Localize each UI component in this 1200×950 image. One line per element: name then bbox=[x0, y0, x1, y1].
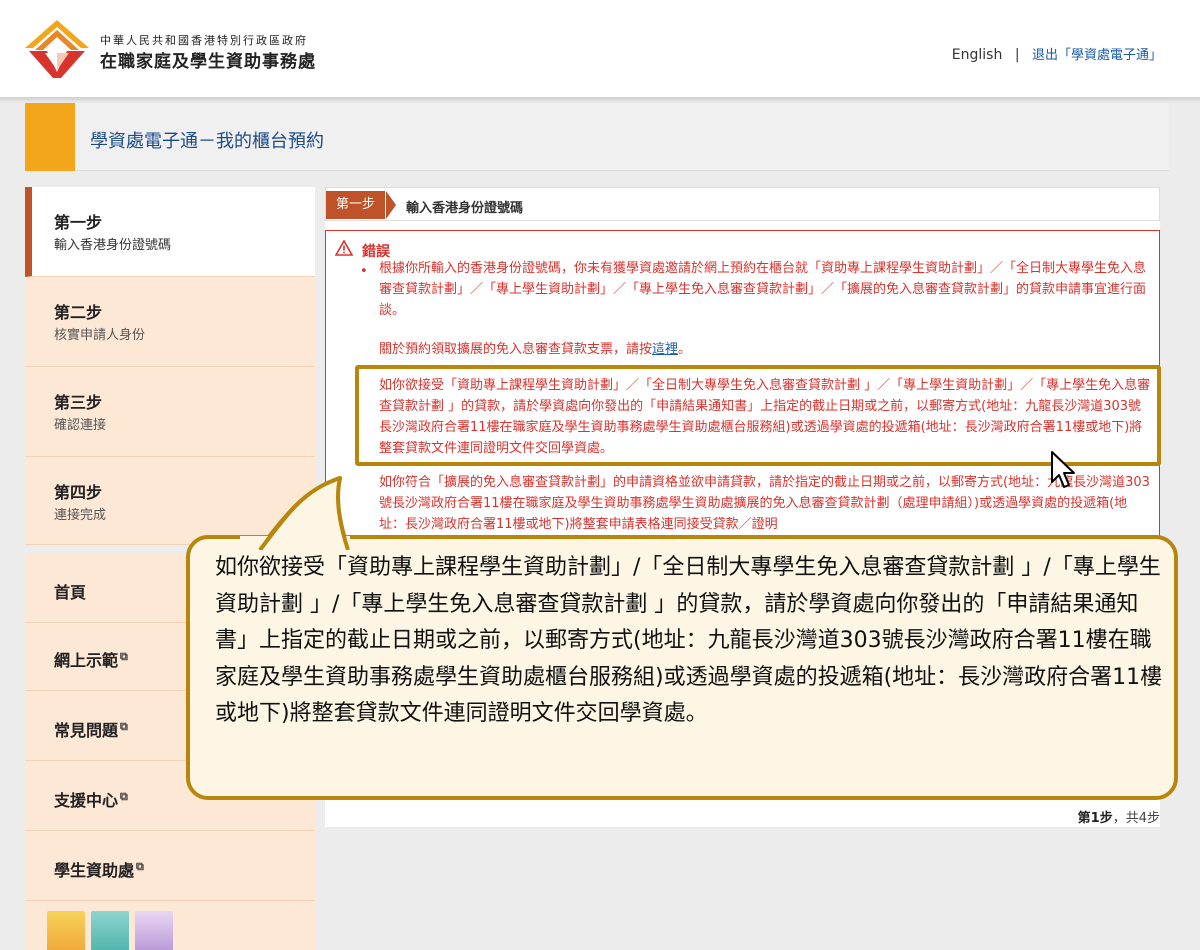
nav-item-label: 學生資助處 bbox=[54, 861, 135, 880]
step-description: 核實申請人身份 bbox=[54, 328, 146, 343]
step-number: 第四步 bbox=[54, 483, 103, 502]
step-counter-total: ，共4步 bbox=[1112, 811, 1160, 826]
here-link[interactable]: 這裡 bbox=[652, 342, 678, 357]
nav-item-label: 首頁 bbox=[54, 583, 87, 602]
step-number: 第二步 bbox=[54, 303, 103, 322]
error-paragraph: 根據你所輸入的香港身份證號碼，你未有獲學資處邀請於網上預約在櫃台就「資助專上課程… bbox=[379, 261, 1147, 318]
promo-thumbnail[interactable] bbox=[135, 911, 173, 950]
step-number: 第三步 bbox=[54, 393, 103, 412]
org-name-main: 在職家庭及學生資助事務處 bbox=[100, 52, 316, 72]
external-link-icon: ⧉ bbox=[120, 789, 128, 803]
nav-item-label: 網上示範 bbox=[54, 651, 119, 670]
promo-thumbnail[interactable] bbox=[91, 911, 129, 950]
title-accent bbox=[25, 103, 75, 171]
promo-thumbnail[interactable] bbox=[47, 911, 85, 950]
org-name-sub: 中華人民共和國香港特別行政區政府 bbox=[100, 34, 308, 47]
promo-thumbnails[interactable] bbox=[47, 911, 197, 950]
step-counter: 第1步，共4步 bbox=[1078, 807, 1160, 826]
step-number: 第一步 bbox=[54, 213, 103, 232]
warning-triangle-icon bbox=[335, 240, 353, 256]
sfao-logo[interactable] bbox=[25, 20, 89, 78]
step-description: 確認連接 bbox=[54, 418, 107, 433]
link-separator: | bbox=[1014, 47, 1020, 63]
nav-item-label: 支援中心 bbox=[54, 791, 119, 810]
error-paragraph: 關於預約領取擴展的免入息審查貸款支票，請按這裡。 bbox=[379, 339, 1154, 360]
external-link-icon: ⧉ bbox=[120, 719, 128, 733]
header-links: English | 退出「學資處電子通」 bbox=[952, 44, 1162, 63]
step-2: 第二步 核實申請人身份 bbox=[25, 277, 315, 367]
nav-item-sfo[interactable]: 學生資助處 ⧉ bbox=[25, 831, 315, 901]
step-description: 輸入香港身份證號碼 bbox=[54, 238, 172, 253]
step-3: 第三步 確認連接 bbox=[25, 367, 315, 457]
step-description: 連接完成 bbox=[54, 508, 107, 523]
error-paragraph: 如你符合「擴展的免入息審查貸款計劃」的申請資格並欲申請貸款，請於指定的截止日期或… bbox=[379, 475, 1150, 532]
mouse-pointer-icon bbox=[1051, 451, 1075, 488]
nav-item-label: 常見問題 bbox=[54, 721, 119, 740]
step-tag-arrow bbox=[386, 191, 396, 219]
error-text: 。 bbox=[678, 342, 692, 357]
logout-link[interactable]: 退出「學資處電子通」 bbox=[1032, 48, 1162, 63]
step-1: 第一步 輸入香港身份證號碼 bbox=[25, 187, 315, 277]
highlight-frame bbox=[355, 365, 1161, 466]
page-title: 學資處電子通－我的櫃台預約 bbox=[90, 131, 324, 152]
english-link[interactable]: English bbox=[952, 47, 1003, 63]
step-title: 輸入香港身份證號碼 bbox=[406, 201, 524, 216]
step-header: 第一步 輸入香港身份證號碼 bbox=[325, 187, 1160, 221]
step-counter-current: 第1步 bbox=[1077, 811, 1113, 826]
error-text: 關於預約領取擴展的免入息審查貸款支票，請按 bbox=[379, 342, 653, 357]
page-header: 中華人民共和國香港特別行政區政府 在職家庭及學生資助事務處 English | … bbox=[0, 0, 1200, 97]
step-tag: 第一步 bbox=[326, 191, 386, 219]
callout-tail-join bbox=[240, 476, 350, 550]
title-bar: 學資處電子通－我的櫃台預約 bbox=[25, 103, 1169, 171]
external-link-icon: ⧉ bbox=[136, 859, 144, 873]
bullet: • bbox=[360, 264, 368, 279]
external-link-icon: ⧉ bbox=[120, 649, 128, 663]
callout-text: 如你欲接受「資助專上課程學生資助計劃」/「全日制大專學生免入息審查貸款計劃 」/… bbox=[215, 555, 1163, 726]
